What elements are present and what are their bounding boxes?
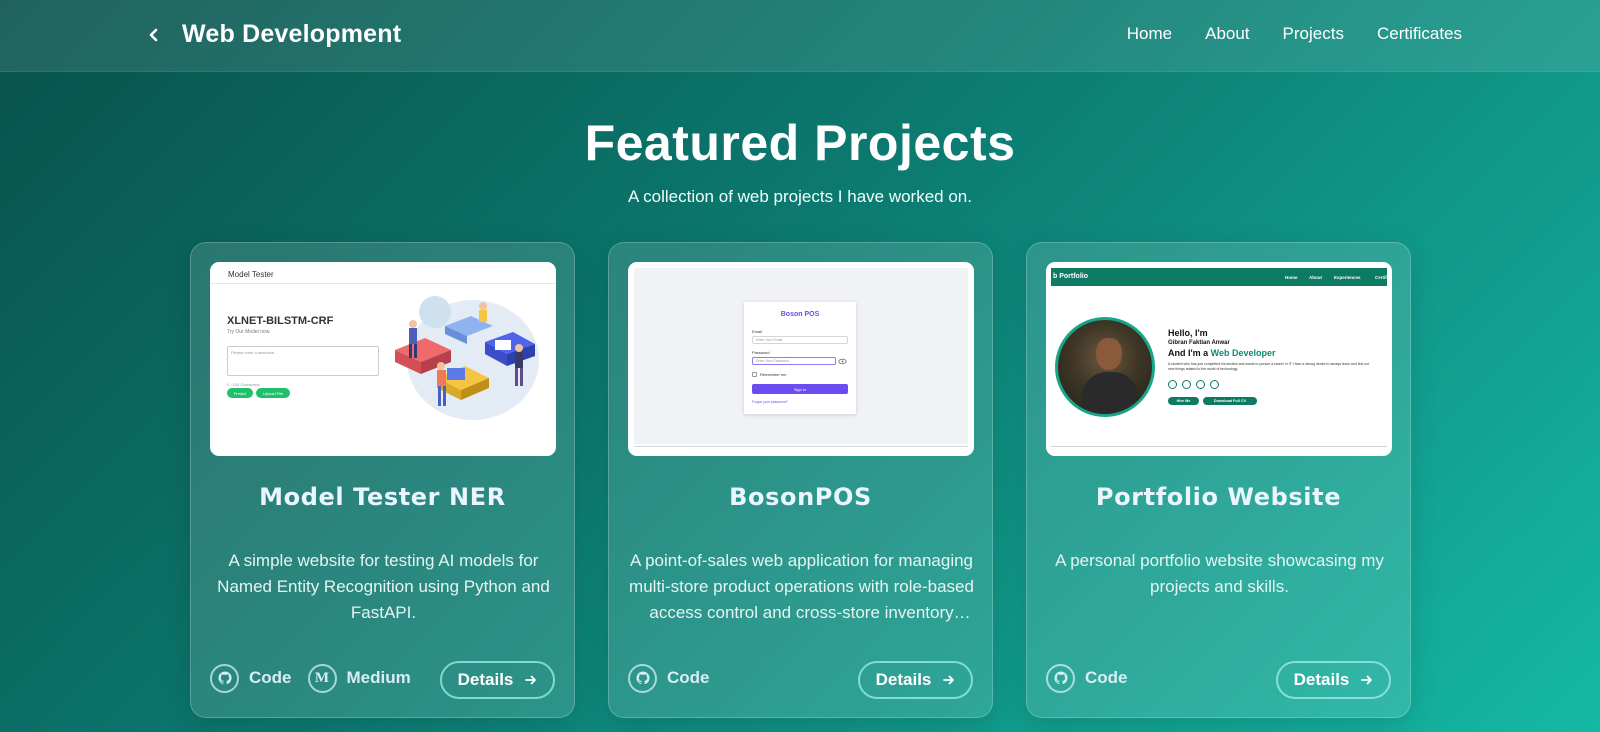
thumb-role: Web Developer bbox=[1210, 348, 1276, 358]
arrow-right-icon bbox=[943, 675, 955, 685]
thumb-hire-button: Hire Me bbox=[1168, 397, 1199, 405]
thumb-github-icon bbox=[1182, 380, 1191, 389]
thumb-role-line: And I'm a Web Developer bbox=[1168, 348, 1276, 358]
thumb-hello: Hello, I'm bbox=[1168, 328, 1208, 338]
details-button[interactable]: Details bbox=[1276, 661, 1391, 699]
chevron-left-icon bbox=[149, 28, 158, 42]
thumb-divider bbox=[634, 446, 968, 447]
isometric-illustration bbox=[395, 296, 539, 420]
thumb-profile-photo bbox=[1055, 317, 1155, 417]
thumb-upload-button: Upload File bbox=[256, 388, 290, 398]
github-icon bbox=[210, 663, 239, 693]
thumb-logo: b Portfolio bbox=[1053, 273, 1088, 280]
thumb-textarea: Please enter a sentence... bbox=[227, 346, 379, 376]
project-thumbnail[interactable]: Boson POS Email Enter Your Email Passwor… bbox=[628, 262, 974, 456]
medium-link[interactable]: M Medium bbox=[307, 663, 411, 693]
main-nav: Home About Projects Certificates bbox=[1127, 24, 1462, 44]
project-card-model-tester: Model Tester XLNET-BILSTM-CRF Try Our Mo… bbox=[190, 242, 575, 718]
thumb-nav-certif: Certif bbox=[1375, 275, 1387, 280]
code-link[interactable]: Code bbox=[210, 663, 292, 693]
details-button[interactable]: Details bbox=[858, 661, 973, 699]
eye-icon bbox=[838, 358, 847, 365]
section-title: Featured Projects bbox=[584, 115, 1016, 171]
code-link-label: Code bbox=[1085, 668, 1128, 687]
project-description: A personal portfolio website showcasing … bbox=[1055, 551, 1384, 596]
thumb-photo-face bbox=[1096, 338, 1122, 370]
arrow-right-icon bbox=[525, 675, 537, 685]
thumb-divider bbox=[1051, 446, 1387, 447]
thumb-header: Model Tester bbox=[210, 262, 556, 284]
project-title: Model Tester NER bbox=[259, 483, 506, 511]
thumb-login-card: Boson POS Email Enter Your Email Passwor… bbox=[744, 302, 856, 414]
thumb-forgot-link: Forgot your password? bbox=[752, 400, 788, 404]
thumb-about: A student who has just completed his stu… bbox=[1168, 362, 1370, 371]
code-link[interactable]: Code bbox=[628, 663, 710, 693]
nav-certificates[interactable]: Certificates bbox=[1377, 24, 1462, 44]
section-subtitle: A collection of web projects I have work… bbox=[628, 187, 972, 206]
project-links: Code bbox=[628, 661, 716, 695]
project-description: A simple website for testing AI models f… bbox=[217, 551, 550, 622]
thumb-linkedin-icon bbox=[1168, 380, 1177, 389]
code-link-label: Code bbox=[667, 668, 710, 687]
thumb-navbar: b Portfolio Home About Experiences Certi… bbox=[1051, 268, 1387, 286]
thumb-email-label: Email bbox=[752, 329, 763, 334]
thumb-cv-button: Download Full CV bbox=[1203, 397, 1257, 405]
project-thumbnail[interactable]: Model Tester XLNET-BILSTM-CRF Try Our Mo… bbox=[210, 262, 556, 456]
code-link[interactable]: Code bbox=[1046, 663, 1128, 693]
medium-link-label: Medium bbox=[346, 668, 411, 687]
project-title: Portfolio Website bbox=[1095, 483, 1342, 511]
thumb-nav-about: About bbox=[1309, 275, 1322, 280]
thumb-password-label: Password bbox=[752, 350, 770, 355]
thumb-instagram-icon bbox=[1210, 380, 1219, 389]
project-title: BosonPOS bbox=[729, 483, 872, 511]
details-button[interactable]: Details bbox=[440, 661, 555, 699]
project-card-bosonpos: Boson POS Email Enter Your Email Passwor… bbox=[608, 242, 993, 718]
nav-about[interactable]: About bbox=[1205, 24, 1249, 44]
nav-projects[interactable]: Projects bbox=[1283, 24, 1344, 44]
thumb-placeholder: Please enter a sentence... bbox=[231, 350, 278, 355]
project-card-portfolio: b Portfolio Home About Experiences Certi… bbox=[1026, 242, 1411, 718]
thumb-password-input: Enter Your Password bbox=[752, 357, 836, 365]
thumb-subtitle: Try Our Model now. bbox=[227, 329, 271, 335]
thumb-char-count: 0 / 100 Characters bbox=[227, 382, 260, 387]
nav-home[interactable]: Home bbox=[1127, 24, 1172, 44]
thumb-role-prefix: And I'm a bbox=[1168, 348, 1211, 358]
thumb-email-input: Enter Your Email bbox=[752, 336, 848, 344]
thumb-nav-home: Home bbox=[1285, 275, 1298, 280]
details-button-label: Details bbox=[1293, 670, 1350, 689]
project-thumbnail[interactable]: b Portfolio Home About Experiences Certi… bbox=[1046, 262, 1392, 456]
project-description: A point-of-sales web application for man… bbox=[629, 551, 974, 622]
arrow-right-icon bbox=[1361, 675, 1373, 685]
github-icon bbox=[1046, 663, 1075, 693]
top-navbar: Web Development Home About Projects Cert… bbox=[0, 0, 1600, 72]
page-title: Web Development bbox=[182, 20, 402, 48]
project-links: Code bbox=[1046, 661, 1134, 695]
thumb-remember: Remember me bbox=[760, 372, 787, 377]
thumb-remember-checkbox bbox=[752, 372, 757, 377]
back-button[interactable] bbox=[143, 22, 165, 48]
details-button-label: Details bbox=[457, 670, 514, 689]
project-links: Code M Medium bbox=[210, 661, 417, 695]
github-icon bbox=[628, 663, 657, 693]
thumb-photo-body bbox=[1082, 372, 1138, 414]
thumb-header-text: Model Tester bbox=[228, 270, 274, 279]
thumb-model-name: XLNET-BILSTM-CRF bbox=[227, 315, 334, 327]
thumb-signin-button: Sign in bbox=[752, 384, 848, 394]
thumb-email-placeholder: Enter Your Email bbox=[756, 338, 783, 342]
thumb-name: Gibran Faktian Anwar bbox=[1168, 340, 1230, 346]
details-button-label: Details bbox=[875, 670, 932, 689]
thumb-nav-experiences: Experiences bbox=[1334, 275, 1361, 280]
thumb-predict-button: Predict bbox=[227, 388, 253, 398]
thumb-password-placeholder: Enter Your Password bbox=[756, 359, 789, 363]
code-link-label: Code bbox=[249, 668, 292, 687]
thumb-youtube-icon bbox=[1196, 380, 1205, 389]
thumb-brand: Boson POS bbox=[780, 311, 820, 318]
medium-icon: M bbox=[307, 663, 337, 693]
